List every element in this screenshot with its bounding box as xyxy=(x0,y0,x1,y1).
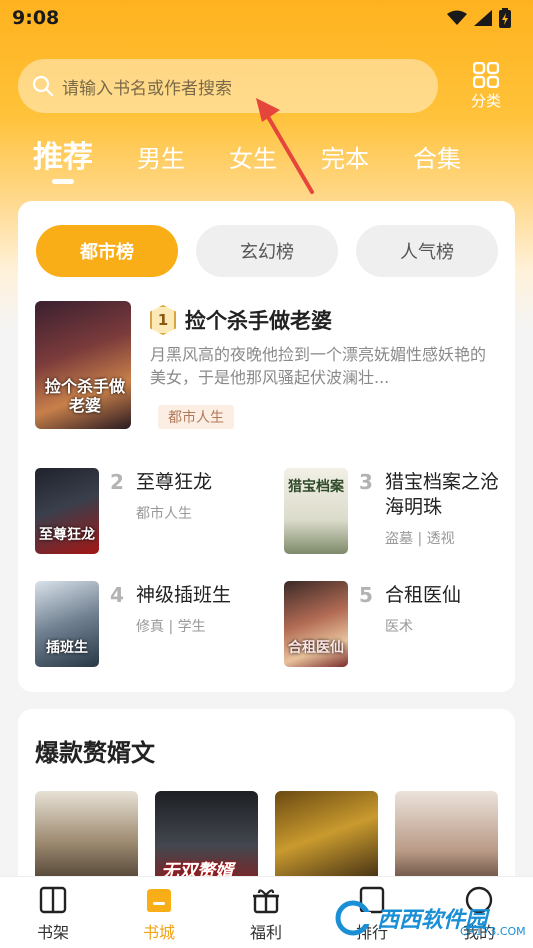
ranking-card: 都市榜 玄幻榜 人气榜 捡个杀手做老婆 1 捡个杀手做老婆 月黑风高的夜晚他捡到… xyxy=(18,201,515,692)
watermark: 西西软件园 CR173.COM xyxy=(335,893,526,943)
book-cover[interactable]: 合租医仙 xyxy=(284,581,348,667)
nav-label: 书架 xyxy=(36,923,69,942)
list-item[interactable]: 猎宝档案 3 猎宝档案之沧海明珠 盗墓 | 透视 xyxy=(284,468,514,558)
book-cover[interactable]: 猎宝档案 xyxy=(284,468,348,554)
rank-badge: 1 xyxy=(150,305,176,335)
tab-completed[interactable]: 完本 xyxy=(321,139,369,174)
book-tags: 都市人生 xyxy=(136,506,192,522)
status-icons xyxy=(447,8,511,28)
book-title[interactable]: 神级插班生 xyxy=(136,583,256,608)
cover-title: 捡个杀手做老婆 xyxy=(45,377,126,415)
tab-recommend[interactable]: 推荐 xyxy=(33,132,93,176)
book-tags: 医术 xyxy=(385,619,413,635)
status-bar: 9:08 xyxy=(0,0,533,36)
category-label: 分类 xyxy=(470,91,501,110)
book-tag: 都市人生 xyxy=(158,405,234,429)
book-tags: 盗墓 | 透视 xyxy=(385,531,455,547)
signal-icon xyxy=(474,10,492,26)
tab-male[interactable]: 男生 xyxy=(137,139,185,174)
rank-number: 3 xyxy=(359,470,373,494)
nav-bookshelf[interactable]: 书架 xyxy=(23,885,83,943)
section-title: 爆款赘婿文 xyxy=(35,739,155,767)
book-icon xyxy=(39,886,67,914)
rank-number: 2 xyxy=(110,470,124,494)
cover-title: 猎宝档案 xyxy=(288,479,344,495)
book-title[interactable]: 捡个杀手做老婆 xyxy=(185,305,332,335)
rank-tabs: 都市榜 玄幻榜 人气榜 xyxy=(36,225,498,277)
book-description: 月黑风高的夜晚他捡到一个漂亮妩媚性感妖艳的美女，于是他那风骚起伏波澜壮... xyxy=(150,345,487,387)
gift-icon xyxy=(253,889,279,914)
cover-title: 插班生 xyxy=(46,640,88,656)
book-title[interactable]: 猎宝档案之沧海明珠 xyxy=(385,470,505,520)
cover-title: 至尊狂龙 xyxy=(39,527,95,543)
watermark-logo-icon xyxy=(335,900,371,936)
rank-tab-urban[interactable]: 都市榜 xyxy=(36,225,178,277)
tab-indicator xyxy=(52,179,74,184)
search-icon xyxy=(32,75,54,97)
nav-label: 书城 xyxy=(142,923,175,942)
tab-collection[interactable]: 合集 xyxy=(413,139,461,174)
book-title[interactable]: 合租医仙 xyxy=(385,583,505,608)
rank-tab-fantasy[interactable]: 玄幻榜 xyxy=(196,225,338,277)
nav-label: 福利 xyxy=(249,923,282,942)
section-card: 爆款赘婿文 无双赘婿 xyxy=(18,709,515,891)
battery-icon xyxy=(499,8,511,28)
list-item[interactable]: 至尊狂龙 2 至尊狂龙 都市人生 xyxy=(35,468,265,558)
rank-number: 5 xyxy=(359,583,373,607)
category-button[interactable]: 分类 xyxy=(466,59,506,113)
tab-female[interactable]: 女生 xyxy=(229,139,277,174)
nav-bookstore[interactable]: 书城 xyxy=(129,885,189,943)
nav-welfare[interactable]: 福利 xyxy=(236,885,296,943)
store-icon xyxy=(147,889,171,912)
rank-number: 4 xyxy=(110,583,124,607)
wifi-icon xyxy=(447,10,467,25)
book-cover[interactable]: 至尊狂龙 xyxy=(35,468,99,554)
grid-icon xyxy=(473,61,499,88)
status-time: 9:08 xyxy=(12,7,60,29)
cover-title: 合租医仙 xyxy=(288,640,344,656)
book-title[interactable]: 至尊狂龙 xyxy=(136,470,256,495)
top-book[interactable]: 捡个杀手做老婆 1 捡个杀手做老婆 月黑风高的夜晚他捡到一个漂亮妩媚性感妖艳的美… xyxy=(35,301,505,431)
watermark-sub: CR173.COM xyxy=(460,925,526,938)
book-cover[interactable]: 插班生 xyxy=(35,581,99,667)
search-input[interactable]: 请输入书名或作者搜索 xyxy=(18,59,438,113)
list-item[interactable]: 合租医仙 5 合租医仙 医术 xyxy=(284,581,514,671)
search-placeholder: 请输入书名或作者搜索 xyxy=(62,78,232,99)
category-tabs: 推荐 男生 女生 完本 合集 xyxy=(33,132,505,176)
book-cover[interactable]: 捡个杀手做老婆 xyxy=(35,301,131,429)
list-item[interactable]: 插班生 4 神级插班生 修真 | 学生 xyxy=(35,581,265,671)
book-tags: 修真 | 学生 xyxy=(136,619,206,635)
rank-tab-popular[interactable]: 人气榜 xyxy=(356,225,498,277)
